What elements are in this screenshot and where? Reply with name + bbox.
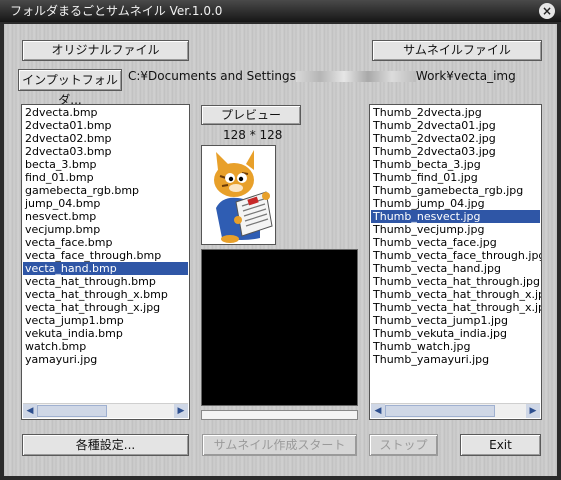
list-item[interactable]: watch.bmp	[23, 340, 188, 353]
scroll-left-icon[interactable]: ◀	[371, 404, 385, 418]
path-suffix: Work¥vecta_img	[415, 69, 516, 83]
scroll-right-icon[interactable]: ▶	[526, 404, 540, 418]
thumbnail-hscrollbar[interactable]: ◀ ▶	[371, 403, 540, 418]
list-item[interactable]: Thumb_vecta_jump1.jpg	[371, 314, 540, 327]
list-item[interactable]: vecta_jump1.bmp	[23, 314, 188, 327]
list-item[interactable]: becta_3.bmp	[23, 158, 188, 171]
list-item[interactable]: 2dvecta03.bmp	[23, 145, 188, 158]
preview-size: 128 * 128	[223, 128, 283, 142]
window-title: フォルダまるごとサムネイル Ver.1.0.0	[10, 4, 223, 18]
cat-mascot-icon	[202, 146, 275, 244]
close-icon[interactable]: ×	[539, 3, 555, 19]
list-item[interactable]: nesvect.bmp	[23, 210, 188, 223]
start-thumbnail-button[interactable]: サムネイル作成スタート	[202, 434, 357, 456]
original-files-label: オリジナルファイル	[22, 40, 189, 61]
thumbnail-files-label: サムネイルファイル	[372, 40, 542, 61]
source-hscrollbar[interactable]: ◀ ▶	[23, 403, 188, 418]
list-item[interactable]: Thumb_vecta_hat_through.jpg	[371, 275, 540, 288]
list-item[interactable]: yamayuri.jpg	[23, 353, 188, 366]
preview-canvas	[201, 249, 358, 406]
list-item[interactable]: Thumb_2dvecta02.jpg	[371, 132, 540, 145]
list-item[interactable]: 2dvecta.bmp	[23, 106, 188, 119]
list-item[interactable]: Thumb_2dvecta.jpg	[371, 106, 540, 119]
source-items: 2dvecta.bmp 2dvecta01.bmp 2dvecta02.bmp 2dv…	[23, 106, 188, 366]
scroll-thumb[interactable]	[37, 405, 107, 417]
exit-button[interactable]: Exit	[460, 434, 541, 456]
path-redacted	[295, 71, 416, 82]
scroll-right-icon[interactable]: ▶	[174, 404, 188, 418]
source-file-list[interactable]: 2dvecta.bmp 2dvecta01.bmp 2dvecta02.bmp 2dv…	[21, 104, 190, 420]
scroll-left-icon[interactable]: ◀	[23, 404, 37, 418]
list-item[interactable]: jump_04.bmp	[23, 197, 188, 210]
list-item[interactable]: vecta_hand.bmp	[23, 262, 188, 275]
list-item[interactable]: Thumb_2dvecta03.jpg	[371, 145, 540, 158]
stop-button[interactable]: ストップ	[369, 434, 438, 456]
list-item[interactable]: vecjump.bmp	[23, 223, 188, 236]
list-item[interactable]: Thumb_vecta_hat_through_x.jpg	[371, 301, 541, 314]
list-item[interactable]: Thumb_nesvect.jpg	[371, 210, 540, 223]
list-item[interactable]: Thumb_becta_3.jpg	[371, 158, 540, 171]
list-item[interactable]: 2dvecta01.bmp	[23, 119, 188, 132]
settings-button[interactable]: 各種設定...	[22, 434, 189, 456]
app-window: フォルダまるごとサムネイル Ver.1.0.0 × オリジナルファイル サムネイ…	[0, 0, 561, 480]
list-item[interactable]: Thumb_vecta_hat_through_x.jpg	[371, 288, 541, 301]
list-item[interactable]: Thumb_vecta_hand.jpg	[371, 262, 540, 275]
thumbnail-items: Thumb_2dvecta.jpg Thumb_2dvecta01.jpg Thum…	[371, 106, 541, 366]
list-item[interactable]: Thumb_vecta_face.jpg	[371, 236, 540, 249]
list-item[interactable]: find_01.bmp	[23, 171, 188, 184]
path-prefix: C:¥Documents and Settings	[128, 69, 296, 83]
list-item[interactable]: Thumb_2dvecta01.jpg	[371, 119, 540, 132]
input-folder-button[interactable]: インプットフォルダ...	[18, 69, 122, 107]
list-item[interactable]: Thumb_find_01.jpg	[371, 171, 540, 184]
input-folder-path: C:¥Documents and Settings Work¥vecta_img	[128, 69, 516, 83]
preview-image	[201, 145, 276, 245]
list-item[interactable]: Thumb_vecta_face_through.jpg	[371, 249, 541, 262]
preview-label: プレビュー	[201, 105, 301, 125]
list-item[interactable]: vecta_face.bmp	[23, 236, 188, 249]
list-item[interactable]: 2dvecta02.bmp	[23, 132, 188, 145]
list-item[interactable]: gamebecta_rgb.bmp	[23, 184, 188, 197]
scroll-thumb[interactable]	[385, 405, 495, 417]
list-item[interactable]: vecta_hat_through.bmp	[23, 275, 188, 288]
thumbnail-file-list[interactable]: Thumb_2dvecta.jpg Thumb_2dvecta01.jpg Thum…	[369, 104, 542, 420]
list-item[interactable]: vecta_hat_through_x.jpg	[23, 301, 188, 314]
list-item[interactable]: Thumb_vecjump.jpg	[371, 223, 540, 236]
list-item[interactable]: Thumb_watch.jpg	[371, 340, 540, 353]
list-item[interactable]: Thumb_yamayuri.jpg	[371, 353, 540, 366]
list-item[interactable]: Thumb_jump_04.jpg	[371, 197, 540, 210]
list-item[interactable]: vecta_face_through.bmp	[23, 249, 188, 262]
list-item[interactable]: Thumb_gamebecta_rgb.jpg	[371, 184, 540, 197]
list-item[interactable]: vecta_hat_through_x.bmp	[23, 288, 188, 301]
progress-bar	[201, 410, 358, 420]
list-item[interactable]: vekuta_india.bmp	[23, 327, 188, 340]
title-bar[interactable]: フォルダまるごとサムネイル Ver.1.0.0 ×	[0, 0, 561, 22]
list-item[interactable]: Thumb_vekuta_india.jpg	[371, 327, 540, 340]
client-area: オリジナルファイル サムネイルファイル インプットフォルダ... C:¥Docu…	[4, 24, 557, 476]
